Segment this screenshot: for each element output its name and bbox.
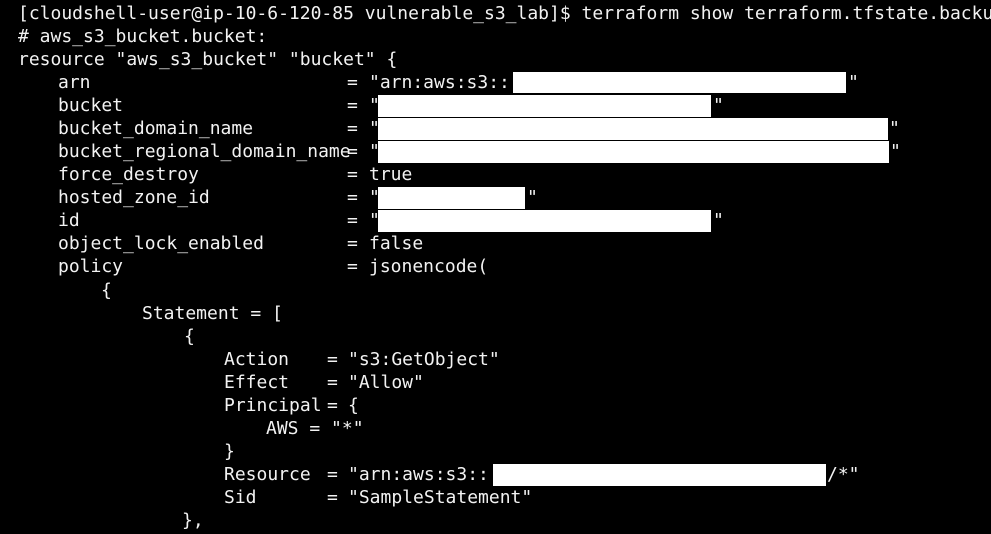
- policy-value: "SampleStatement": [348, 487, 533, 508]
- attr-equals: =: [347, 141, 358, 162]
- attr-row-object-lock-enabled: object_lock_enabled = false: [0, 232, 991, 255]
- attr-value: true: [369, 164, 413, 185]
- policy-key: Sid: [224, 487, 257, 508]
- principal-aws-line: AWS = "*": [266, 418, 364, 439]
- policy-row-action: Action = "s3:GetObject": [0, 348, 991, 371]
- attr-row-id: id = " ": [0, 209, 991, 232]
- attr-key: policy: [58, 256, 124, 277]
- policy-equals: =: [327, 464, 338, 485]
- redaction-box: [493, 464, 826, 486]
- policy-key: Effect: [224, 372, 290, 393]
- attr-row-policy: policy = jsonencode(: [0, 255, 991, 278]
- attr-value-suffix: ": [713, 95, 724, 116]
- attr-key: arn: [58, 72, 91, 93]
- policy-value: "arn:aws:s3:::: [348, 464, 500, 485]
- attr-value-suffix: ": [713, 210, 724, 231]
- statement-open-line: Statement = [: [142, 303, 283, 324]
- redaction-box: [378, 95, 711, 117]
- policy-row-principal: Principal = {: [0, 394, 991, 417]
- policy-key: Resource: [224, 464, 311, 485]
- policy-equals: =: [327, 395, 338, 416]
- policy-row-effect: Effect = "Allow": [0, 371, 991, 394]
- policy-value-suffix: /*": [827, 464, 860, 485]
- statement-item-close-brace: },: [182, 510, 204, 531]
- policy-row-resource: Resource = "arn:aws:s3::: /*": [0, 463, 991, 486]
- attr-row-bucket-domain-name: bucket_domain_name = " ": [0, 117, 991, 140]
- shell-prompt-line: [cloudshell-user@ip-10-6-120-85 vulnerab…: [18, 3, 991, 24]
- attr-equals: =: [347, 95, 358, 116]
- attr-value-suffix: ": [889, 118, 900, 139]
- attr-row-bucket-regional-domain-name: bucket_regional_domain_name = " ": [0, 140, 991, 163]
- attr-equals: =: [347, 187, 358, 208]
- policy-equals: =: [327, 349, 338, 370]
- attr-key: force_destroy: [58, 164, 199, 185]
- attr-equals: =: [347, 256, 358, 277]
- policy-key: Action: [224, 349, 290, 370]
- attr-equals: =: [347, 233, 358, 254]
- redaction-box: [378, 187, 525, 209]
- attr-row-bucket: bucket = " ": [0, 94, 991, 117]
- attr-value: false: [369, 233, 424, 254]
- attr-equals: =: [347, 118, 358, 139]
- state-comment-line: # aws_s3_bucket.bucket:: [18, 26, 268, 47]
- policy-value: "s3:GetObject": [348, 349, 500, 370]
- attr-value: "arn:aws:s3:::: [369, 72, 521, 93]
- redaction-box: [378, 210, 711, 232]
- redaction-box: [513, 72, 846, 93]
- policy-open-brace: {: [101, 280, 112, 301]
- attr-value-suffix: ": [890, 141, 901, 162]
- policy-value: {: [348, 395, 359, 416]
- policy-equals: =: [327, 372, 338, 393]
- attr-key: bucket: [58, 95, 124, 116]
- attr-row-force-destroy: force_destroy = true: [0, 163, 991, 186]
- principal-close-brace: }: [224, 441, 235, 462]
- policy-key: Principal: [224, 395, 322, 416]
- attr-value-suffix: ": [848, 72, 859, 93]
- attr-key: bucket_regional_domain_name: [58, 141, 351, 162]
- attr-key: object_lock_enabled: [58, 233, 264, 254]
- policy-row-sid: Sid = "SampleStatement": [0, 486, 991, 509]
- attr-equals: =: [347, 72, 358, 93]
- attr-equals: =: [347, 210, 358, 231]
- resource-header-line: resource "aws_s3_bucket" "bucket" {: [18, 49, 398, 70]
- attr-key: hosted_zone_id: [58, 187, 210, 208]
- attr-value: jsonencode(: [369, 256, 489, 277]
- attr-row-hosted-zone-id: hosted_zone_id = " ": [0, 186, 991, 209]
- attr-key: id: [58, 210, 80, 231]
- statement-item-open-brace: {: [184, 326, 195, 347]
- attr-equals: =: [347, 164, 358, 185]
- redaction-box: [378, 118, 888, 140]
- attr-row-arn: arn = "arn:aws:s3::: ": [0, 71, 991, 94]
- policy-equals: =: [327, 487, 338, 508]
- terminal-window[interactable]: [cloudshell-user@ip-10-6-120-85 vulnerab…: [0, 0, 991, 534]
- policy-value: "Allow": [348, 372, 424, 393]
- attr-value-suffix: ": [527, 187, 538, 208]
- attr-key: bucket_domain_name: [58, 118, 254, 139]
- redaction-box: [378, 141, 889, 163]
